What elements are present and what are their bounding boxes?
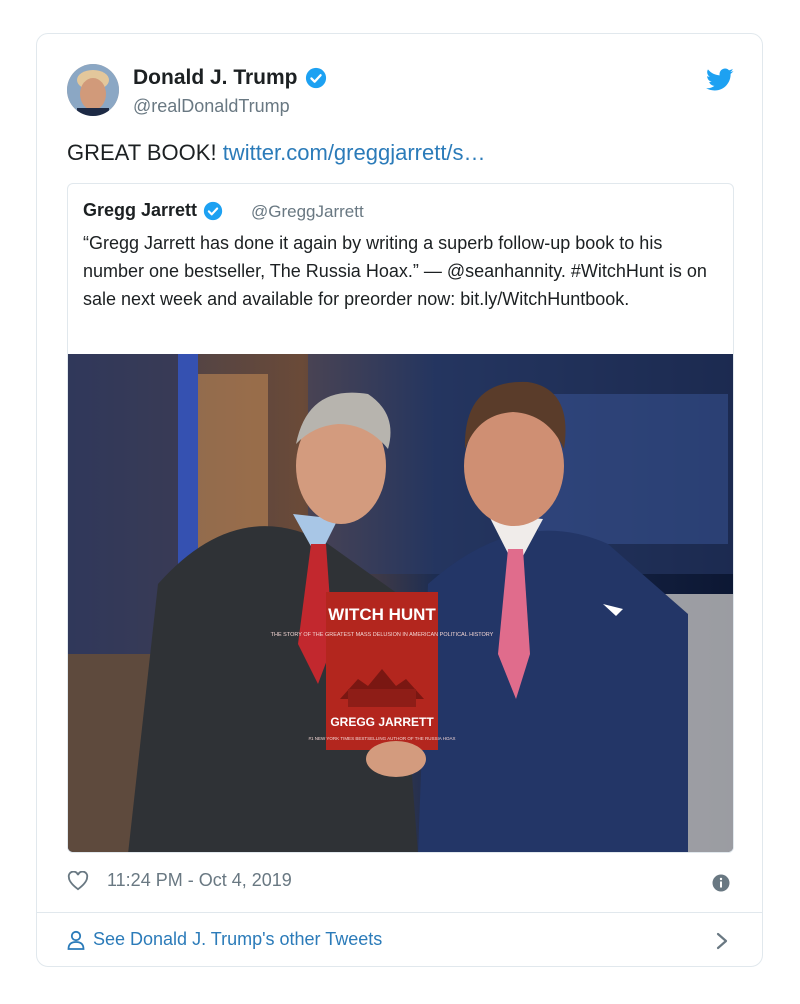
tweet-meta: 11:24 PM - Oct 4, 2019 bbox=[67, 870, 292, 891]
book-tagline: #1 NEW YORK TIMES BESTSELLING AUTHOR OF … bbox=[308, 736, 455, 741]
author-handle[interactable]: @realDonaldTrump bbox=[133, 96, 290, 117]
quoted-tweet-text: “Gregg Jarrett has done it again by writ… bbox=[83, 233, 707, 309]
tweet-text-body: GREAT BOOK! bbox=[67, 140, 217, 165]
verified-badge-icon bbox=[305, 67, 326, 89]
tweet-card: Donald J. Trump @realDonaldTrump GREAT B… bbox=[36, 33, 763, 967]
quoted-tweet[interactable]: Gregg Jarrett @GreggJarrett “Gregg Jarre… bbox=[67, 183, 734, 853]
author-name-text[interactable]: Donald J. Trump bbox=[133, 66, 298, 90]
see-more-link[interactable]: See Donald J. Trump's other Tweets bbox=[67, 929, 382, 950]
book-author: GREGG JARRETT bbox=[330, 715, 434, 729]
info-icon[interactable] bbox=[712, 874, 730, 892]
divider bbox=[37, 912, 762, 913]
twitter-bird-icon[interactable] bbox=[706, 68, 734, 92]
quoted-author-handle[interactable]: @GreggJarrett bbox=[251, 202, 364, 222]
chevron-right-icon[interactable] bbox=[716, 932, 728, 950]
tweet-timestamp[interactable]: 11:24 PM - Oct 4, 2019 bbox=[107, 870, 292, 891]
see-more-label[interactable]: See Donald J. Trump's other Tweets bbox=[93, 929, 382, 950]
book-title: WITCH HUNT bbox=[328, 605, 436, 624]
author-name[interactable]: Donald J. Trump bbox=[133, 66, 327, 90]
tweet-text: GREAT BOOK! twitter.com/greggjarrett/s… bbox=[67, 140, 486, 166]
heart-icon[interactable] bbox=[67, 870, 89, 891]
quoted-photo[interactable]: WITCH HUNT THE STORY OF THE GREATEST MAS… bbox=[68, 354, 734, 853]
tweet-link[interactable]: twitter.com/greggjarrett/s… bbox=[223, 140, 486, 165]
author-avatar[interactable] bbox=[67, 64, 119, 116]
quoted-author-name-text[interactable]: Gregg Jarrett bbox=[83, 200, 197, 221]
quoted-author-name[interactable]: Gregg Jarrett bbox=[83, 200, 223, 221]
book-subtitle: THE STORY OF THE GREATEST MASS DELUSION … bbox=[271, 632, 494, 638]
user-icon bbox=[67, 930, 85, 950]
verified-badge-icon bbox=[203, 201, 223, 220]
